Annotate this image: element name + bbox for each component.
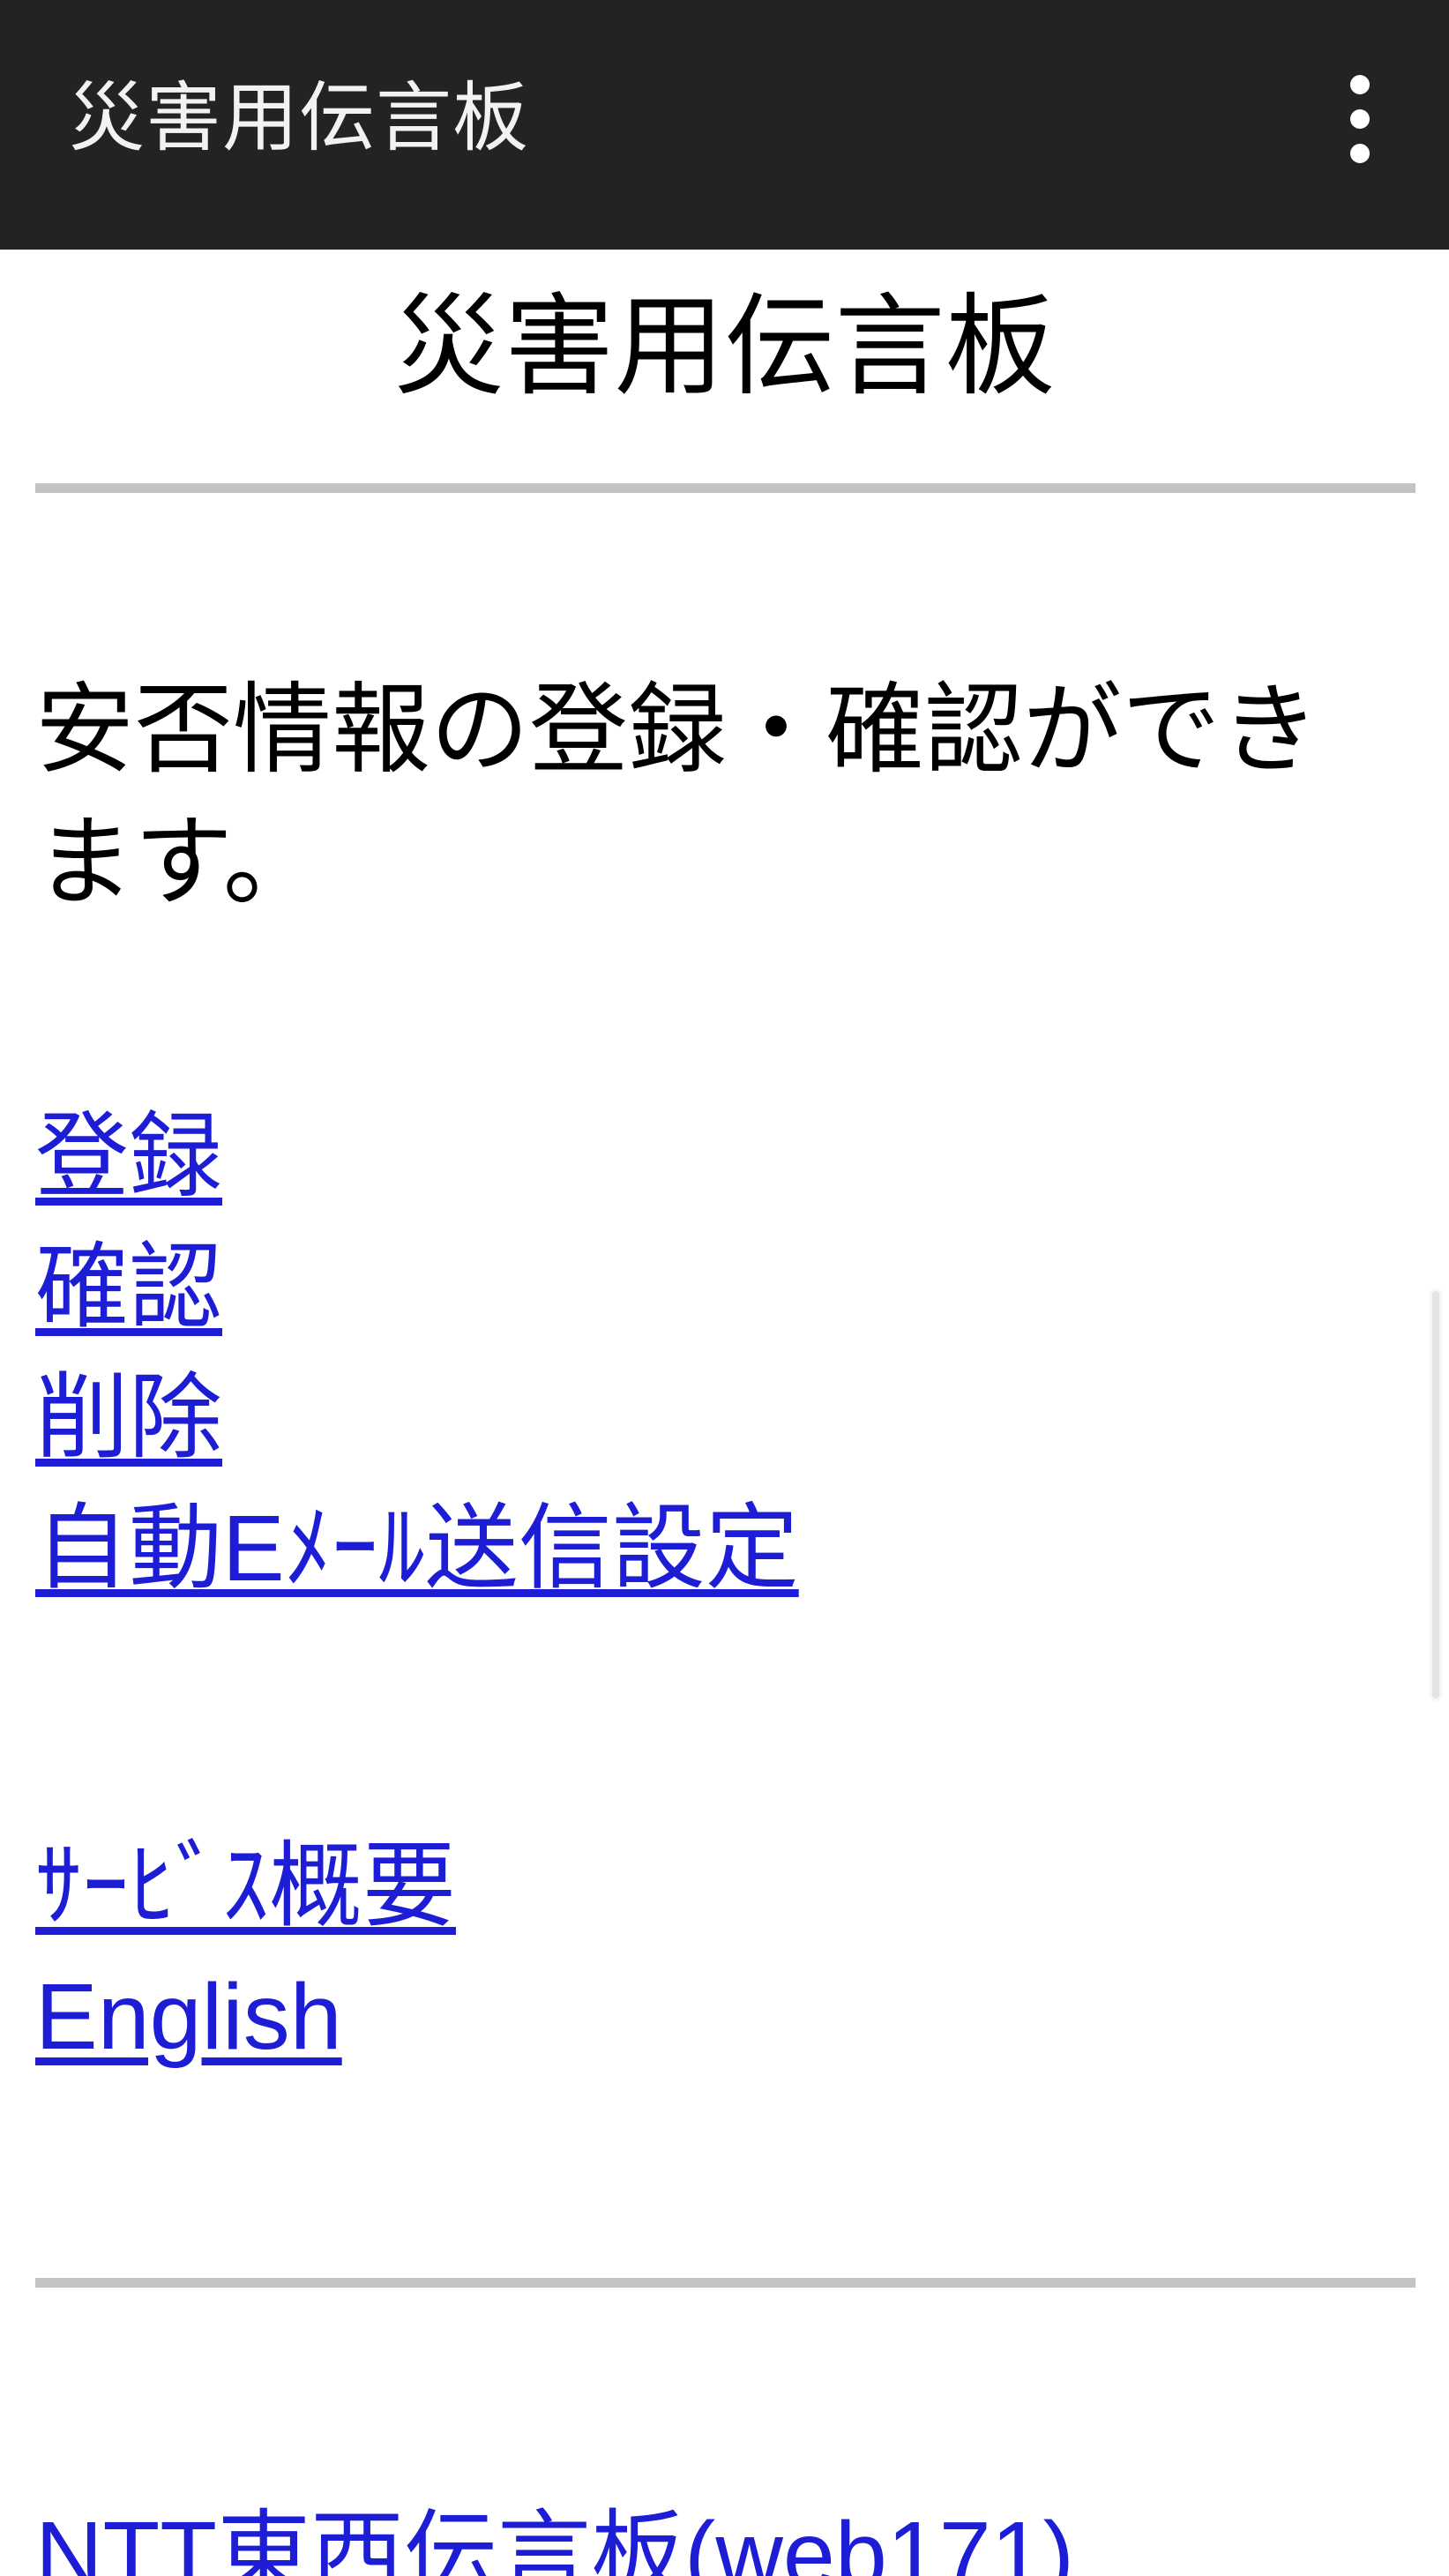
app-bar: 災害用伝言板 — [0, 0, 1449, 250]
app-screen: 災害用伝言板 災害用伝言板 安否情報の登録・確認ができます。 登録 確認 削除 … — [0, 0, 1449, 2576]
secondary-link-list: ｻｰﾋﾞｽ概要 English — [35, 1821, 1411, 2082]
scrollbar-track[interactable] — [1424, 250, 1449, 2576]
link-auto-email-settings[interactable]: 自動Eﾒｰﾙ送信設定 — [35, 1483, 799, 1614]
link-register[interactable]: 登録 — [35, 1092, 222, 1222]
link-confirm[interactable]: 確認 — [35, 1222, 222, 1353]
lead-paragraph: 安否情報の登録・確認ができます。 — [35, 675, 1319, 917]
divider-top — [35, 483, 1415, 493]
page-content: 災害用伝言板 安否情報の登録・確認ができます。 登録 確認 削除 自動Eﾒｰﾙ送… — [0, 250, 1449, 2576]
menu-dot — [1350, 75, 1370, 94]
link-english[interactable]: English — [35, 1952, 342, 2082]
link-ntt-web171[interactable]: NTT東西伝言板(web171) — [35, 2490, 1074, 2576]
scrollbar-thumb[interactable] — [1430, 1288, 1442, 1701]
more-vertical-icon[interactable] — [1316, 53, 1404, 185]
menu-dot — [1350, 144, 1370, 163]
app-bar-title: 災害用伝言板 — [69, 76, 529, 161]
link-delete[interactable]: 削除 — [35, 1353, 222, 1483]
divider-bottom — [35, 2278, 1415, 2288]
menu-dot — [1350, 109, 1370, 129]
primary-link-list: 登録 確認 削除 自動Eﾒｰﾙ送信設定 — [35, 1092, 1411, 1614]
footer-link-list: NTT東西伝言板(web171) — [35, 2490, 1411, 2576]
page-title: 災害用伝言板 — [393, 286, 1056, 408]
link-service-overview[interactable]: ｻｰﾋﾞｽ概要 — [35, 1821, 456, 1952]
